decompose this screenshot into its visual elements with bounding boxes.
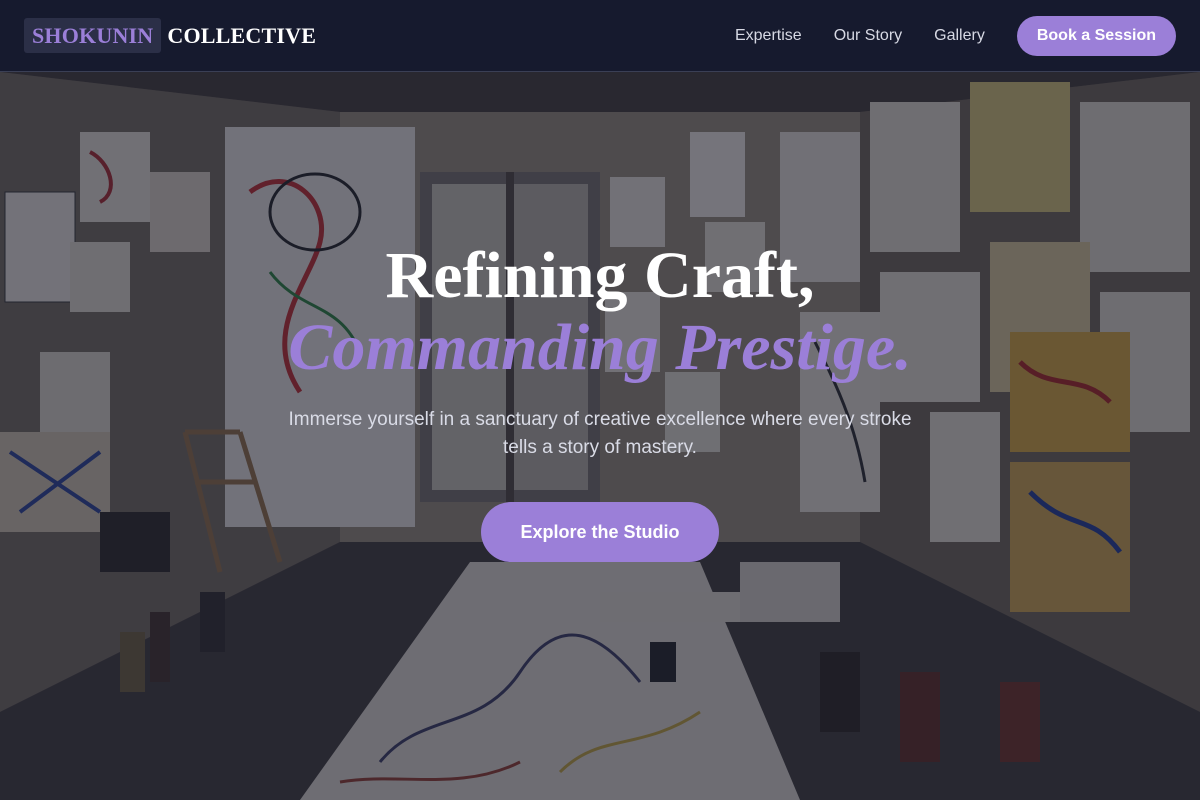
nav-link-gallery[interactable]: Gallery: [934, 27, 985, 45]
book-session-button[interactable]: Book a Session: [1016, 15, 1176, 56]
nav-link-our-story[interactable]: Our Story: [834, 27, 902, 45]
hero-headline-line2: Commanding Prestige.: [288, 311, 912, 384]
main-nav: Expertise Our Story Gallery Book a Sessi…: [735, 15, 1176, 56]
explore-studio-button[interactable]: Explore the Studio: [481, 502, 719, 562]
hero-subtitle: Immerse yourself in a sanctuary of creat…: [288, 409, 912, 458]
nav-link-expertise[interactable]: Expertise: [735, 27, 802, 45]
site-header: SHOKUNIN COLLECTIVE Expertise Our Story …: [0, 0, 1200, 72]
brand-name: COLLECTIVE: [167, 22, 317, 48]
brand-logo[interactable]: SHOKUNIN COLLECTIVE: [24, 18, 316, 53]
hero-content: Refining Craft, Commanding Prestige. Imm…: [0, 72, 1200, 800]
brand-highlight: SHOKUNIN: [24, 18, 162, 53]
hero-headline-line1: Refining Craft,: [385, 239, 815, 312]
